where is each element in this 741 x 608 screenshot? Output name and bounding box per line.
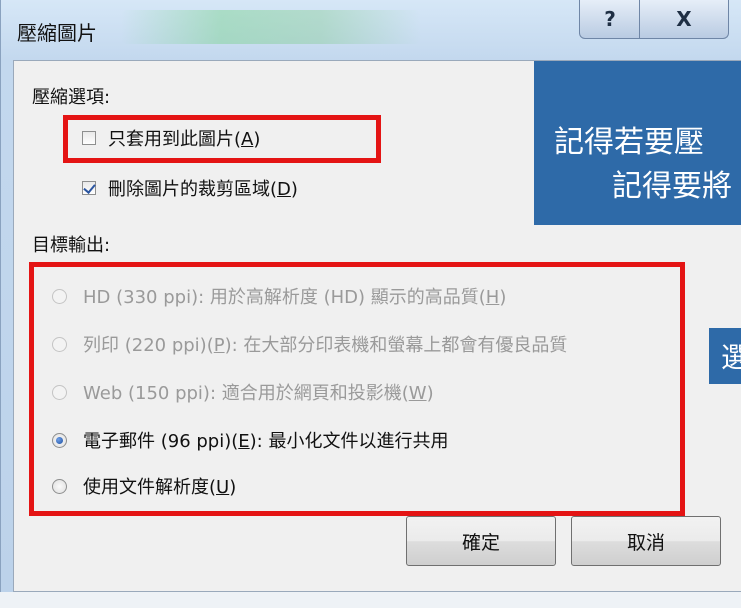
compress-pictures-dialog: 壓縮圖片 ? X 壓縮選項: 只套用到此圖片(A) 刪除圖片的裁剪區域(D) 目… bbox=[0, 0, 741, 600]
compression-options-label: 壓縮選項: bbox=[32, 87, 111, 108]
background-strip bbox=[0, 592, 741, 608]
tip-overlay-line1: 記得若要壓 bbox=[554, 125, 704, 160]
tip-overlay-small: 選 bbox=[709, 328, 741, 384]
tip-overlay-small-text: 選 bbox=[721, 341, 741, 374]
delete-cropped-checkbox-row[interactable]: 刪除圖片的裁剪區域(D) bbox=[82, 175, 298, 201]
cancel-button[interactable]: 取消 bbox=[571, 516, 721, 566]
target-output-label: 目標輸出: bbox=[32, 235, 111, 256]
close-button[interactable]: X bbox=[639, 0, 729, 39]
delete-cropped-checkbox[interactable] bbox=[82, 181, 96, 195]
ok-button[interactable]: 確定 bbox=[406, 516, 556, 566]
highlight-target-output bbox=[29, 262, 685, 516]
title-bar: 壓縮圖片 ? X bbox=[1, 0, 741, 52]
close-icon: X bbox=[676, 7, 692, 31]
help-icon: ? bbox=[604, 7, 616, 31]
tip-overlay-line2: 記得要將 bbox=[612, 169, 732, 204]
delete-cropped-label: 刪除圖片的裁剪區域(D) bbox=[108, 179, 298, 200]
title-watermark bbox=[121, 10, 421, 44]
help-button[interactable]: ? bbox=[579, 0, 641, 39]
dialog-title: 壓縮圖片 bbox=[17, 21, 97, 45]
highlight-apply-only-this bbox=[63, 115, 381, 163]
tip-overlay-large: 記得若要壓 記得要將 bbox=[534, 61, 741, 225]
